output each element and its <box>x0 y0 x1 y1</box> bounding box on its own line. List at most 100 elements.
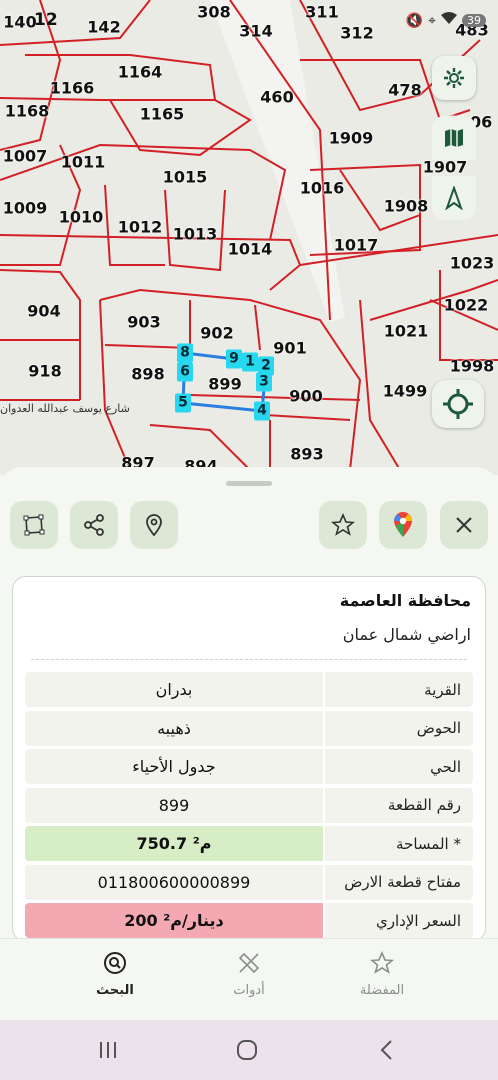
settings-button[interactable] <box>432 56 476 100</box>
plot-label[interactable]: 900 <box>289 387 322 406</box>
plot-label[interactable]: 1166 <box>50 79 95 98</box>
search-icon <box>104 952 126 974</box>
plot-label[interactable]: 1011 <box>61 153 106 172</box>
plot-label[interactable]: 893 <box>290 445 323 464</box>
plot-label[interactable]: 1021 <box>384 322 429 341</box>
plot-label[interactable]: 903 <box>127 313 160 332</box>
vertex-marker: 4 <box>254 401 270 421</box>
plot-label[interactable]: 142 <box>87 18 120 37</box>
vertex-marker: 9 <box>226 349 242 369</box>
governorate-title: محافظة العاصمة <box>339 591 471 610</box>
nav-tools-label: أدوات <box>233 983 265 998</box>
info-row: 750.7 م² المساحة * <box>25 826 473 861</box>
plot-label[interactable]: 1168 <box>5 102 50 121</box>
plot-label[interactable]: 1022 <box>444 296 489 315</box>
plot-label[interactable]: 460 <box>260 88 293 107</box>
close-button[interactable] <box>440 501 488 549</box>
plot-label[interactable]: 898 <box>131 365 164 384</box>
plot-label[interactable]: 314 <box>239 22 272 41</box>
plot-label[interactable]: 1023 <box>450 254 495 273</box>
location-status-icon: ⌖ <box>428 12 436 29</box>
plot-label[interactable]: 1009 <box>3 199 48 218</box>
home-icon[interactable] <box>235 1038 259 1062</box>
info-row: بدران القرية <box>25 672 473 707</box>
plot-label[interactable]: 1499 <box>383 382 428 401</box>
info-row: 899 رقم القطعة <box>25 787 473 823</box>
plot-label[interactable]: 1016 <box>300 179 345 198</box>
info-key: السعر الإداري <box>323 903 473 938</box>
nav-tools[interactable]: أدوات <box>199 951 299 998</box>
mute-icon: 🔇 <box>405 12 424 29</box>
map-view[interactable]: 140 142 308 314 311 312 4 8 3 1164 1166 460 478 1168 1… <box>0 0 498 475</box>
plot-label[interactable]: 1014 <box>228 240 273 259</box>
parcel-details-sheet: محافظة العاصمة اراضي شمال عمان بدران القر… <box>0 467 498 942</box>
wifi-icon <box>441 12 457 29</box>
info-key: المساحة * <box>323 826 473 861</box>
plot-label[interactable]: 312 <box>340 24 373 43</box>
plot-label[interactable]: 140 <box>3 13 36 32</box>
nav-favorites-label: المفضلة <box>359 983 405 998</box>
plot-label[interactable]: 899 <box>208 375 241 394</box>
info-value: بدران <box>25 672 323 707</box>
map-icon <box>445 129 463 147</box>
plot-label[interactable]: 1017 <box>334 236 379 255</box>
plot-label[interactable]: 904 <box>27 302 60 321</box>
plot-label[interactable]: 1015 <box>163 168 208 187</box>
plot-label[interactable]: 1907 <box>423 158 468 177</box>
plot-label[interactable]: 901 <box>273 339 306 358</box>
info-value: 899 <box>25 787 323 823</box>
info-value: جدول الأحياء <box>25 749 323 784</box>
plot-label[interactable]: 902 <box>200 324 233 343</box>
info-value: ذهيبه <box>25 710 323 746</box>
location-pin-button[interactable] <box>130 501 178 549</box>
google-maps-button[interactable] <box>379 501 427 549</box>
status-icons: 🔇 ⌖ 39 <box>406 12 486 29</box>
status-time: 12 <box>34 10 58 30</box>
nav-favorites[interactable]: المفضلة <box>332 950 432 998</box>
plot-label[interactable]: 308 <box>197 3 230 22</box>
system-navigation-bar <box>0 1020 498 1080</box>
plot-label[interactable]: 918 <box>28 362 61 381</box>
share-icon <box>84 514 104 536</box>
nav-search-label: البحث <box>96 983 134 998</box>
compass-icon <box>445 186 463 210</box>
share-button[interactable] <box>70 501 118 549</box>
directorate-subtitle: اراضي شمال عمان <box>342 625 471 644</box>
back-icon[interactable] <box>375 1038 399 1062</box>
plot-label[interactable]: 311 <box>305 3 338 22</box>
vertex-marker: 5 <box>175 393 191 413</box>
boundary-icon <box>23 514 45 536</box>
location-pin-icon <box>146 514 162 537</box>
plot-label[interactable]: 1908 <box>384 197 429 216</box>
battery-icon: 39 <box>462 14 486 27</box>
parcel-info-card: محافظة العاصمة اراضي شمال عمان بدران القر… <box>12 576 486 942</box>
plot-label[interactable]: 1010 <box>59 208 104 227</box>
map-layers-button[interactable] <box>432 116 476 160</box>
boundary-button[interactable] <box>10 501 58 549</box>
plot-label[interactable]: 1909 <box>329 129 374 148</box>
plot-label[interactable]: 1165 <box>140 105 185 124</box>
card-divider <box>31 659 467 660</box>
plot-label[interactable]: 1998 <box>450 357 495 376</box>
info-row: ذهيبه الحوض <box>25 710 473 746</box>
plot-label[interactable]: 1164 <box>118 63 163 82</box>
info-value: 011800600000899 <box>25 864 323 900</box>
plot-label[interactable]: 1012 <box>118 218 163 237</box>
my-location-button[interactable] <box>432 380 484 428</box>
favorite-button[interactable] <box>319 501 367 549</box>
close-icon <box>456 517 472 533</box>
info-key: الحوض <box>323 710 473 746</box>
recents-icon[interactable] <box>96 1038 120 1062</box>
vertex-marker: 8 <box>177 343 193 363</box>
vertex-marker: 1 <box>242 352 258 372</box>
plot-label[interactable]: 478 <box>388 81 421 100</box>
star-icon <box>369 950 395 974</box>
vertex-marker: 3 <box>256 372 272 392</box>
sheet-drag-handle[interactable] <box>226 481 272 486</box>
plot-label[interactable]: 1013 <box>173 225 218 244</box>
nav-search[interactable]: البحث <box>65 951 165 998</box>
info-value: 750.7 م² <box>25 826 323 861</box>
plot-label[interactable]: 1007 <box>3 147 48 166</box>
compass-button[interactable] <box>432 176 476 220</box>
google-maps-icon <box>394 512 412 537</box>
